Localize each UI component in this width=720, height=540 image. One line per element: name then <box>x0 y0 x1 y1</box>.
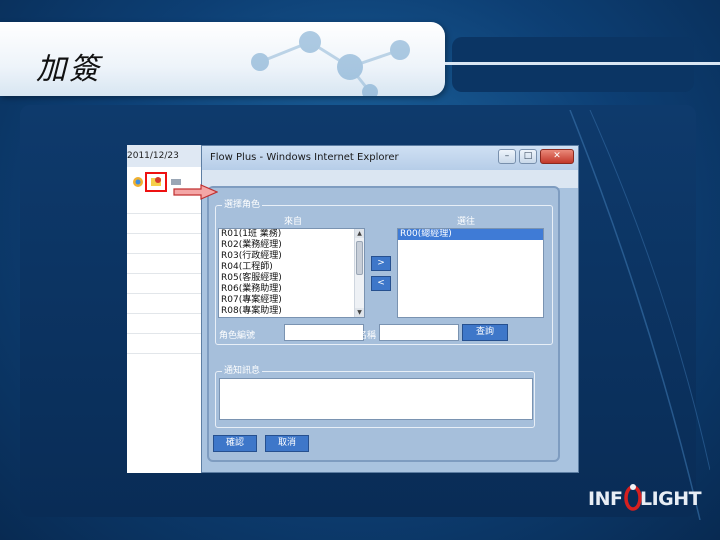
pointer-arrow-icon <box>173 184 218 200</box>
logo-text-right: LIGHT <box>640 488 702 510</box>
date-label: 2011/12/23 <box>127 145 205 167</box>
infolight-logo: INF LIGHT <box>588 480 702 514</box>
ie-titlebar[interactable]: Flow Plus - Windows Internet Explorer – … <box>202 146 578 170</box>
candidate-list: R01(1班 業務) R02(業務經理) R03(行政經理) R04(工程師) … <box>219 229 364 317</box>
close-button[interactable]: ✕ <box>540 149 574 164</box>
candidates-listbox[interactable]: R01(1班 業務) R02(業務經理) R03(行政經理) R04(工程師) … <box>218 228 365 318</box>
list-item[interactable]: R06(業務助理) <box>219 284 364 295</box>
list-item[interactable]: R08(專案助理) <box>219 306 364 317</box>
add-role-button[interactable]: > <box>371 256 391 271</box>
refresh-icon[interactable] <box>131 175 145 189</box>
remove-role-button[interactable]: < <box>371 276 391 291</box>
swoosh-decoration-icon <box>569 110 710 520</box>
list-item[interactable]: R01(1班 業務) <box>219 229 364 240</box>
role-name-label: 角色名稱 <box>340 331 377 341</box>
selected-listbox[interactable]: R00(總經理) <box>397 228 544 318</box>
highlight-box <box>145 172 167 192</box>
role-select-legend: 選擇角色 <box>222 199 263 211</box>
candidates-scrollbar[interactable]: ▲ ▼ <box>354 229 364 317</box>
ie-window: Flow Plus - Windows Internet Explorer – … <box>201 145 579 473</box>
logo-text-left: INF <box>588 488 623 510</box>
notify-message-textarea[interactable] <box>219 378 533 420</box>
notify-legend: 通知訊息 <box>222 365 263 377</box>
role-code-label: 角色編號 <box>219 331 256 341</box>
ie-window-title: Flow Plus - Windows Internet Explorer <box>210 152 399 163</box>
list-item[interactable]: R02(業務經理) <box>219 240 364 251</box>
list-item[interactable]: R04(工程師) <box>219 262 364 273</box>
molecule-decoration-icon <box>251 31 410 96</box>
selected-label: 選往 <box>457 217 476 227</box>
maximize-button[interactable]: □ <box>519 149 537 164</box>
list-item[interactable]: R00(總經理) <box>398 229 543 240</box>
scroll-down-icon[interactable]: ▼ <box>355 308 364 317</box>
header-divider <box>445 62 720 65</box>
scroll-thumb[interactable] <box>356 241 363 275</box>
confirm-button[interactable]: 確認 <box>213 435 257 452</box>
list-item[interactable]: R03(行政經理) <box>219 251 364 262</box>
candidates-label: 來自 <box>284 217 303 227</box>
query-button[interactable]: 查詢 <box>462 324 508 341</box>
role-dialog: 選擇角色 來自 選往 R01(1班 業務) R02(業務經理) R03(行政經理… <box>207 186 560 462</box>
list-item[interactable]: R05(客服經理) <box>219 273 364 284</box>
list-item[interactable]: R07(專案經理) <box>219 295 364 306</box>
minimize-button[interactable]: – <box>498 149 516 164</box>
scroll-up-icon[interactable]: ▲ <box>355 229 364 238</box>
role-name-input[interactable] <box>379 324 459 341</box>
cancel-button[interactable]: 取消 <box>265 435 309 452</box>
slide-title: 加簽 <box>36 52 102 87</box>
